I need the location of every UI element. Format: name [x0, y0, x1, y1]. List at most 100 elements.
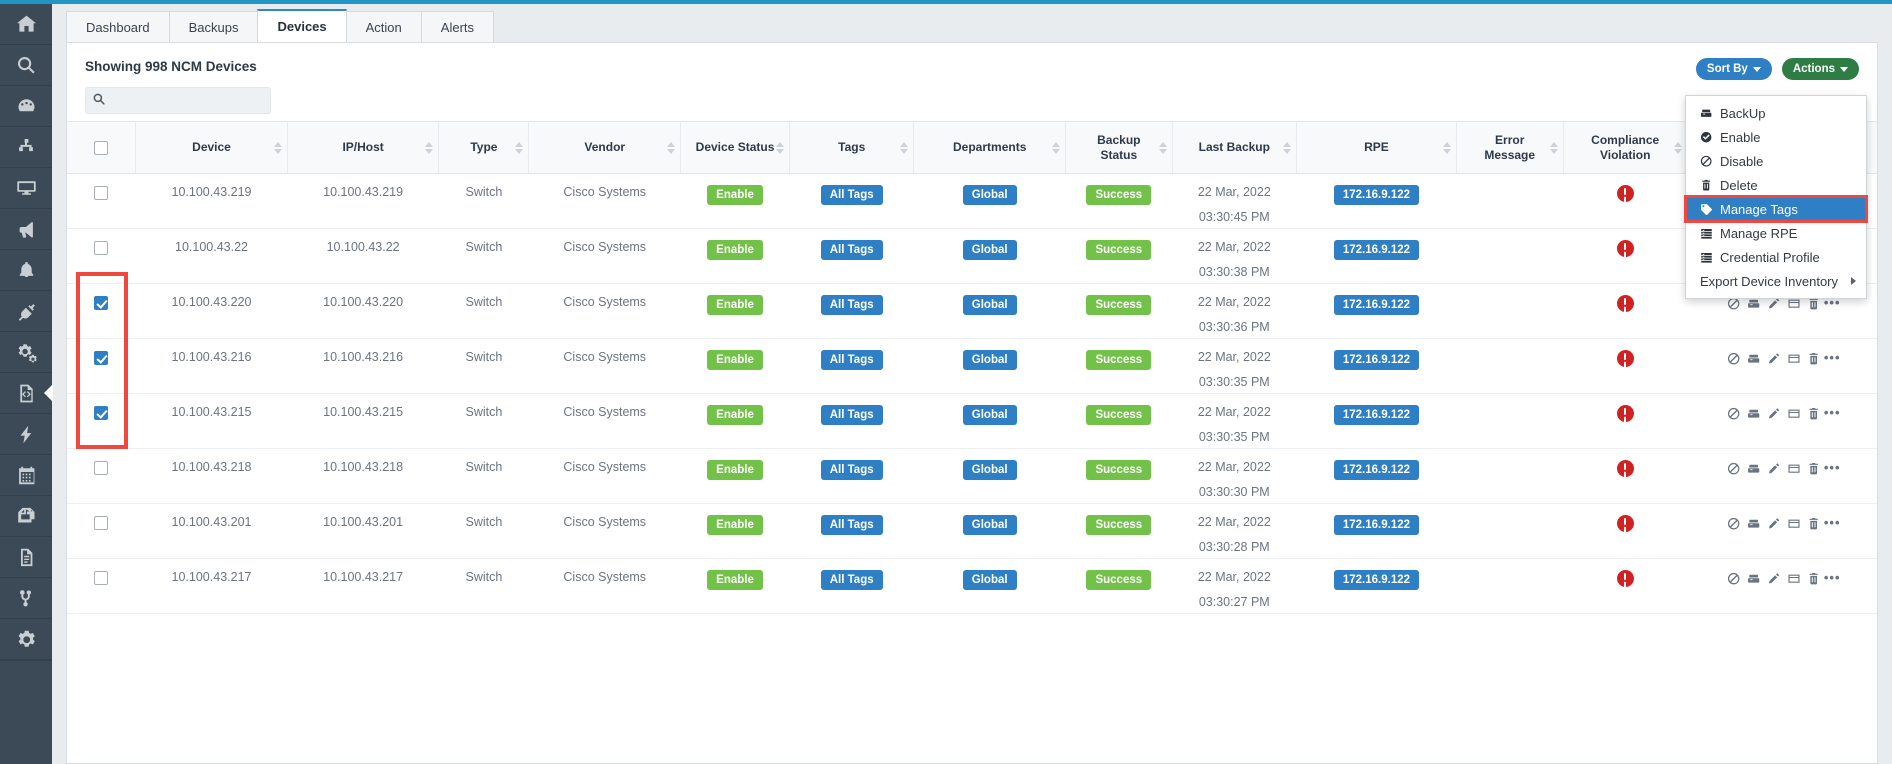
- trash-icon[interactable]: [1804, 351, 1824, 365]
- pencil-icon[interactable]: [1764, 571, 1784, 585]
- compliance-error-icon[interactable]: [1616, 460, 1634, 477]
- ban-icon[interactable]: [1724, 516, 1744, 530]
- sidebar-item-topology[interactable]: [0, 127, 52, 168]
- table-row[interactable]: 10.100.43.22 10.100.43.22 Switch Cisco Syst…: [67, 228, 1877, 284]
- sidebar-item-actions[interactable]: [0, 414, 52, 455]
- tags-badge[interactable]: All Tags: [820, 405, 883, 425]
- compliance-error-icon[interactable]: [1616, 405, 1634, 422]
- search-box[interactable]: [85, 87, 271, 114]
- column-header-device[interactable]: Device: [135, 121, 288, 174]
- column-header-compliance_violation[interactable]: Compliance Violation: [1563, 121, 1688, 174]
- menu-item-backup[interactable]: BackUp: [1686, 101, 1866, 125]
- compliance-error-icon[interactable]: [1616, 185, 1634, 202]
- sidebar-item-templates[interactable]: [0, 496, 52, 537]
- menu-item-disable[interactable]: Disable: [1686, 149, 1866, 173]
- compliance-error-icon[interactable]: [1616, 240, 1634, 257]
- trash-icon[interactable]: [1804, 571, 1824, 585]
- tags-badge[interactable]: All Tags: [820, 185, 883, 205]
- rpe-badge[interactable]: 172.16.9.122: [1333, 570, 1420, 590]
- rpe-badge[interactable]: 172.16.9.122: [1333, 515, 1420, 535]
- sort-arrows-icon[interactable]: [1673, 141, 1682, 154]
- menu-item-export-device-inventory[interactable]: Export Device Inventory: [1686, 269, 1866, 293]
- tab-action[interactable]: Action: [345, 11, 422, 42]
- table-row[interactable]: 10.100.43.218 10.100.43.218 Switch Cisco Sy…: [67, 448, 1877, 504]
- row-checkbox[interactable]: [94, 515, 109, 530]
- column-header-device_status[interactable]: Device Status: [680, 121, 791, 174]
- table-row[interactable]: 10.100.43.201 10.100.43.201 Switch Cisco Sy…: [67, 503, 1877, 559]
- sidebar-item-settings[interactable]: [0, 619, 52, 660]
- rpe-badge[interactable]: 172.16.9.122: [1333, 295, 1420, 315]
- tags-badge[interactable]: All Tags: [820, 350, 883, 370]
- table-row[interactable]: 10.100.43.220 10.100.43.220 Switch Cisco Sy…: [67, 283, 1877, 339]
- tags-badge[interactable]: All Tags: [820, 570, 883, 590]
- column-header-backup_status[interactable]: Backup Status: [1065, 121, 1173, 174]
- ban-icon[interactable]: [1724, 351, 1744, 365]
- tab-backups[interactable]: Backups: [168, 11, 259, 42]
- table-row[interactable]: 10.100.43.217 10.100.43.217 Switch Cisco Sy…: [67, 558, 1877, 614]
- backup-icon[interactable]: [1744, 571, 1764, 585]
- tab-dashboard[interactable]: Dashboard: [66, 11, 170, 42]
- row-checkbox[interactable]: [94, 350, 109, 365]
- sidebar-item-monitor[interactable]: [0, 168, 52, 209]
- window-icon[interactable]: [1784, 351, 1804, 365]
- backup-icon[interactable]: [1744, 516, 1764, 530]
- ellipsis-icon[interactable]: •••: [1824, 570, 1841, 585]
- column-header-type[interactable]: Type: [438, 121, 530, 174]
- sort-arrows-icon[interactable]: [1549, 141, 1558, 154]
- tab-alerts[interactable]: Alerts: [420, 11, 495, 42]
- actions-button[interactable]: Actions: [1781, 58, 1859, 80]
- tags-badge[interactable]: All Tags: [820, 515, 883, 535]
- pencil-icon[interactable]: [1764, 351, 1784, 365]
- pencil-icon[interactable]: [1764, 516, 1784, 530]
- sort-arrows-icon[interactable]: [1282, 141, 1291, 154]
- rpe-badge[interactable]: 172.16.9.122: [1333, 185, 1420, 205]
- sidebar-item-home[interactable]: [0, 4, 52, 45]
- ellipsis-icon[interactable]: •••: [1824, 405, 1841, 420]
- rpe-badge[interactable]: 172.16.9.122: [1333, 405, 1420, 425]
- sort-arrows-icon[interactable]: [273, 141, 282, 154]
- column-header-rpe[interactable]: RPE: [1296, 121, 1457, 174]
- sort-arrows-icon[interactable]: [1442, 141, 1451, 154]
- tags-badge[interactable]: All Tags: [820, 295, 883, 315]
- compliance-error-icon[interactable]: [1616, 295, 1634, 312]
- menu-item-manage-rpe[interactable]: Manage RPE: [1686, 221, 1866, 245]
- window-icon[interactable]: [1784, 406, 1804, 420]
- sort-arrows-icon[interactable]: [1052, 141, 1060, 154]
- sidebar-item-announcements[interactable]: [0, 209, 52, 250]
- rpe-badge[interactable]: 172.16.9.122: [1333, 240, 1420, 260]
- sort-arrows-icon[interactable]: [776, 141, 785, 154]
- menu-item-manage-tags[interactable]: Manage Tags: [1684, 195, 1868, 223]
- window-icon[interactable]: [1784, 461, 1804, 475]
- sidebar-item-search[interactable]: [0, 45, 52, 86]
- ellipsis-icon[interactable]: •••: [1824, 460, 1841, 475]
- tags-badge[interactable]: All Tags: [820, 460, 883, 480]
- column-header-error_message[interactable]: Error Message: [1456, 121, 1564, 174]
- ellipsis-icon[interactable]: •••: [1824, 515, 1841, 530]
- row-checkbox[interactable]: [94, 240, 109, 255]
- column-header-ip_host[interactable]: IP/Host: [287, 121, 440, 174]
- backup-icon[interactable]: [1744, 461, 1764, 475]
- ban-icon[interactable]: [1724, 406, 1744, 420]
- trash-icon[interactable]: [1804, 516, 1824, 530]
- ban-icon[interactable]: [1724, 461, 1744, 475]
- trash-icon[interactable]: [1804, 461, 1824, 475]
- compliance-error-icon[interactable]: [1616, 350, 1634, 367]
- menu-item-enable[interactable]: Enable: [1686, 125, 1866, 149]
- sidebar-item-dashboard[interactable]: [0, 86, 52, 127]
- window-icon[interactable]: [1784, 571, 1804, 585]
- rpe-badge[interactable]: 172.16.9.122: [1333, 460, 1420, 480]
- rpe-badge[interactable]: 172.16.9.122: [1333, 350, 1420, 370]
- sidebar-item-reports[interactable]: [0, 537, 52, 578]
- pencil-icon[interactable]: [1764, 406, 1784, 420]
- window-icon[interactable]: [1784, 516, 1804, 530]
- sidebar-item-integrations[interactable]: [0, 291, 52, 332]
- row-checkbox[interactable]: [94, 185, 109, 200]
- column-header-departments[interactable]: Departments: [913, 121, 1066, 174]
- sidebar-item-alerts[interactable]: [0, 250, 52, 291]
- backup-icon[interactable]: [1744, 406, 1764, 420]
- row-checkbox[interactable]: [94, 405, 109, 420]
- compliance-error-icon[interactable]: [1616, 570, 1634, 587]
- tab-devices[interactable]: Devices: [257, 9, 347, 42]
- table-row[interactable]: 10.100.43.215 10.100.43.215 Switch Cisco Sy…: [67, 393, 1877, 449]
- sort-arrows-icon[interactable]: [515, 141, 524, 154]
